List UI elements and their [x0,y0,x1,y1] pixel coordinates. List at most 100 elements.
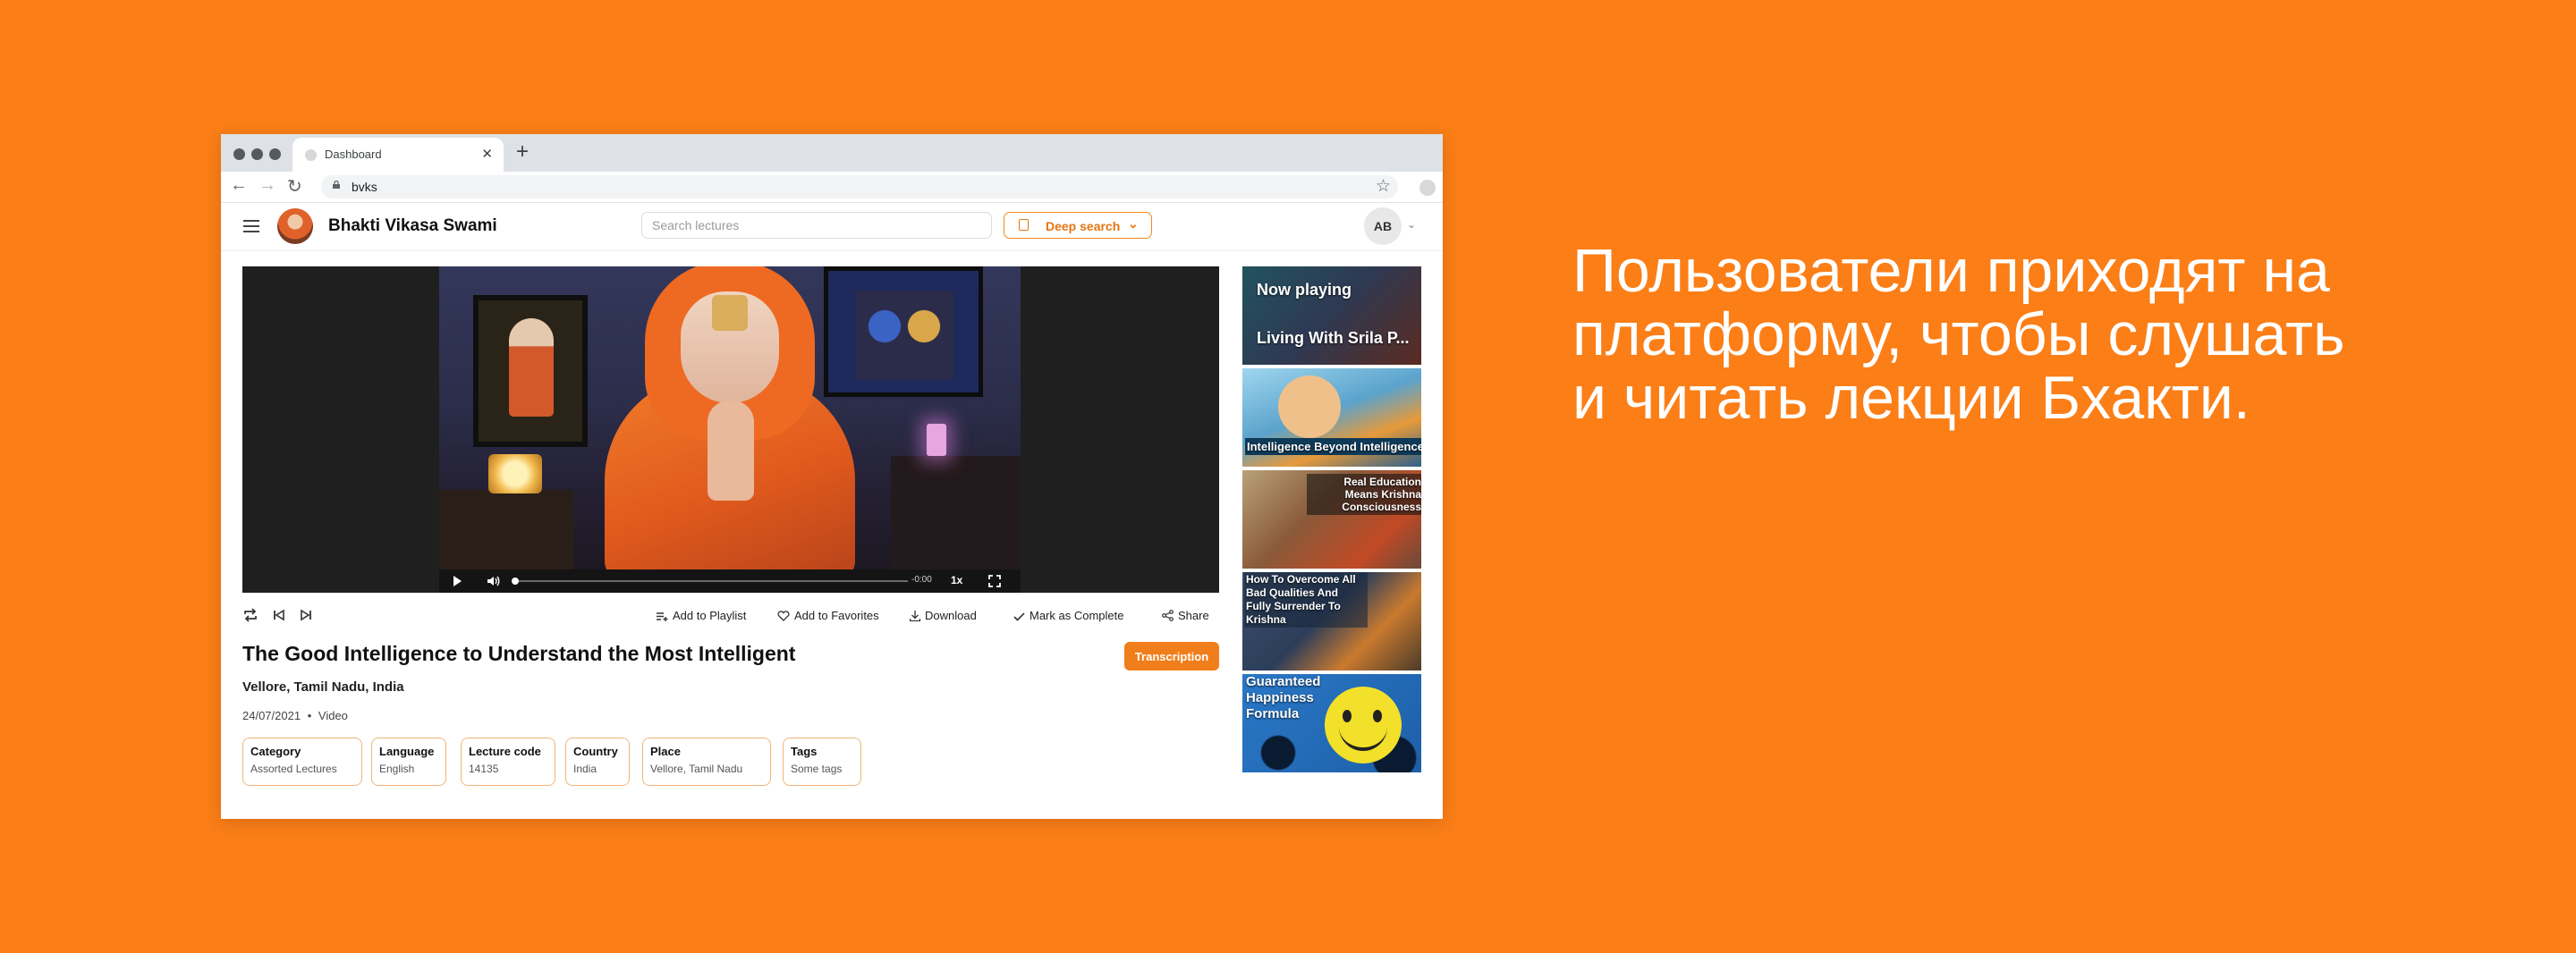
previous-icon[interactable] [270,606,288,624]
tab-favicon-icon [305,149,317,161]
browser-tab[interactable]: Dashboard ✕ [292,138,504,172]
deep-search-button[interactable]: Deep search ⌄ [1004,212,1152,239]
download-button[interactable]: Download [909,609,977,622]
detail-label: Lecture code [469,745,541,758]
video-player[interactable]: -0:00 1x [242,266,1219,593]
now-playing-label: Now playing [1257,281,1352,299]
repeat-icon[interactable] [242,606,259,624]
deep-search-label: Deep search [1046,219,1121,233]
add-to-favorites-button[interactable]: Add to Favorites [777,609,879,622]
lecture-date: 24/07/2021 [242,709,301,722]
lecture-meta: 24/07/2021 • Video [242,709,348,722]
background-deity-picture [824,266,983,397]
reload-icon[interactable]: ↻ [287,175,302,198]
browser-profile-icon[interactable] [1419,180,1436,196]
search-input[interactable] [641,212,992,239]
playlist-item-title: Living With Srila P... [1257,329,1410,347]
playlist-item-title: Guaranteed Happiness Formula [1246,674,1321,721]
chevron-down-icon: ⌄ [1128,216,1139,231]
document-icon [1019,219,1029,231]
user-avatar[interactable]: AB [1364,207,1402,245]
detail-label: Tags [791,745,818,758]
volume-icon[interactable] [486,574,500,588]
playlist-item[interactable]: How To Overcome All Bad Qualities And Fu… [1242,572,1421,670]
progress-bar[interactable] [512,578,908,585]
window-close-dot[interactable] [233,148,245,160]
add-to-playlist-button[interactable]: Add to Playlist [657,609,746,622]
star-icon[interactable]: ☆ [1376,176,1391,197]
lamp [927,424,946,456]
mark-as-complete-label: Mark as Complete [1030,609,1124,622]
lock-icon [333,181,340,189]
playlist-item[interactable]: Intelligence Beyond Intelligence [1242,368,1421,467]
brand-name[interactable]: Bhakti Vikasa Swami [328,216,497,236]
mark-as-complete-button[interactable]: Mark as Complete [1013,609,1123,622]
video-frame[interactable] [439,266,1021,569]
detail-chip-tags[interactable]: Tags Some tags [783,738,861,786]
lecture-type: Video [318,709,348,722]
add-to-playlist-label: Add to Playlist [673,609,747,622]
heart-icon [777,611,790,621]
speaker-avatar-logo[interactable] [277,208,313,244]
url-text: bvks [352,180,377,194]
lecture-location: Vellore, Tamil Nadu, India [242,679,404,695]
hamburger-icon[interactable] [243,220,259,232]
detail-chip-category[interactable]: Category Assorted Lectures [242,738,362,786]
detail-value: English [379,763,415,775]
window-minimize-dot[interactable] [251,148,263,160]
playlist-item[interactable]: Guaranteed Happiness Formula [1242,674,1421,772]
lecture-title: The Good Intelligence to Understand the … [242,642,796,665]
detail-label: Place [650,745,681,758]
check-icon [1013,612,1025,621]
playlist-item-now-playing[interactable]: Now playing Living With Srila P... [1242,266,1421,365]
forward-icon[interactable]: → [258,175,276,196]
side-table [891,456,1021,569]
speaker-tilak [712,295,748,331]
tab-title: Dashboard [325,148,382,161]
next-icon[interactable] [297,606,315,624]
app-header: Bhakti Vikasa Swami Deep search ⌄ AB ⌄ [221,202,1443,251]
playlist-item-title: Intelligence Beyond Intelligence [1245,438,1421,455]
share-button[interactable]: Share [1162,609,1209,622]
progress-handle[interactable] [512,578,519,585]
fullscreen-icon[interactable] [988,575,1001,587]
background-portrait [473,295,588,447]
share-icon [1162,610,1174,621]
detail-chip-country[interactable]: Country India [565,738,630,786]
player-controls: -0:00 1x [439,569,1021,593]
play-icon[interactable] [453,576,462,586]
detail-chip-place[interactable]: Place Vellore, Tamil Nadu [642,738,771,786]
user-menu-chevron-icon[interactable]: ⌄ [1407,218,1416,231]
playlist-item[interactable]: Real Education Means Krishna Consciousne… [1242,470,1421,569]
playlist-item-title: Real Education Means Krishna Consciousne… [1307,474,1421,515]
new-tab-icon[interactable]: + [516,139,529,164]
time-remaining: -0:00 [911,575,932,585]
browser-window: Dashboard ✕ + ← → ↻ bvks ☆ Bhakti Vikasa… [221,134,1443,819]
download-label: Download [925,609,977,622]
tab-strip: Dashboard ✕ + [221,134,1443,172]
playback-speed-button[interactable]: 1x [951,574,962,586]
window-maximize-dot[interactable] [269,148,281,160]
back-icon[interactable]: ← [230,175,248,196]
lamp [488,454,542,493]
detail-value: Vellore, Tamil Nadu [650,763,743,775]
share-label: Share [1178,609,1209,622]
side-table [439,490,573,569]
meta-separator: • [307,709,312,722]
playlist-item-title: How To Overcome All Bad Qualities And Fu… [1244,572,1368,628]
detail-chip-lecture-code[interactable]: Lecture code 14135 [461,738,555,786]
transcription-button[interactable]: Transcription [1124,642,1219,670]
tagline: Пользователи приходят на платформу, чтоб… [1572,237,2345,432]
tab-close-icon[interactable]: ✕ [481,146,493,162]
detail-value: India [573,763,597,775]
speaker-hands [708,401,754,501]
download-icon [909,611,921,622]
detail-value: 14135 [469,763,499,775]
detail-label: Country [573,745,618,758]
detail-chip-language[interactable]: Language English [371,738,446,786]
add-to-favorites-label: Add to Favorites [794,609,879,622]
detail-value: Some tags [791,763,843,775]
detail-label: Language [379,745,435,758]
address-bar: ← → ↻ bvks ☆ [221,172,1443,203]
url-field[interactable]: bvks ☆ [321,175,1398,198]
